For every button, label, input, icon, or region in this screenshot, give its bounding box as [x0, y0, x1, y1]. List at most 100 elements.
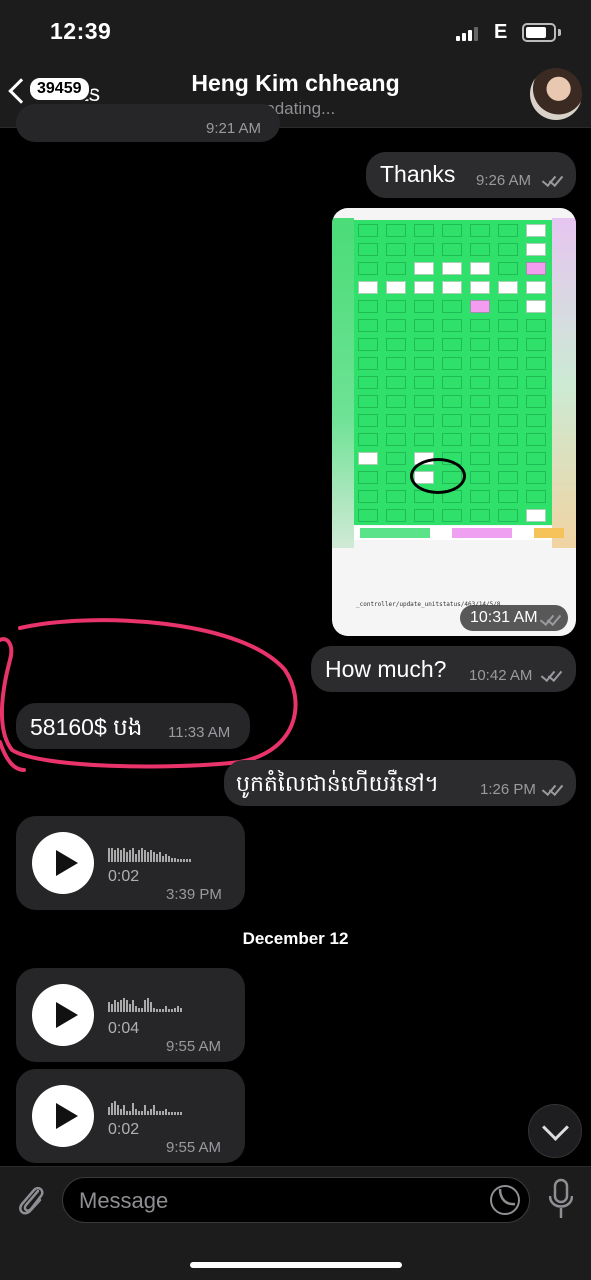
image-grid-cell	[414, 300, 434, 313]
image-grid-cell	[414, 262, 434, 275]
waveform-bar	[135, 1006, 137, 1012]
waveform-bar	[189, 859, 191, 862]
waveform-bar	[114, 1101, 116, 1115]
waveform-bar	[171, 1112, 173, 1115]
image-grid-cell	[386, 471, 406, 484]
waveform-bar	[117, 1105, 119, 1115]
voice-message[interactable]: 0:02 9:55 AM	[16, 1069, 245, 1163]
scroll-down-button[interactable]	[528, 1104, 582, 1158]
image-grid-cell	[358, 471, 378, 484]
image-blur-right	[552, 218, 576, 548]
waveform-bar	[117, 1002, 119, 1012]
waveform-bar	[156, 854, 158, 862]
image-grid-cell	[414, 376, 434, 389]
image-grid-cell	[358, 452, 378, 465]
waveform-bar	[126, 852, 128, 862]
waveform-bar	[177, 1006, 179, 1012]
outgoing-message[interactable]: How much? 10:42 AM	[311, 646, 576, 692]
voice-message[interactable]: 0:02 3:39 PM	[16, 816, 245, 910]
play-icon[interactable]	[32, 832, 94, 894]
image-grid-cell	[498, 433, 518, 446]
image-grid-cell	[498, 338, 518, 351]
play-icon[interactable]	[32, 1085, 94, 1147]
image-grid-cell	[498, 376, 518, 389]
image-grid-cell	[358, 509, 378, 522]
image-grid-cell	[358, 433, 378, 446]
waveform-bar	[153, 852, 155, 862]
check-marks-icon	[540, 612, 562, 624]
image-grid-cell	[442, 414, 462, 427]
waveform-bar	[141, 1111, 143, 1115]
image-grid-cell	[386, 414, 406, 427]
avatar[interactable]	[530, 68, 582, 120]
image-grid-cell	[386, 357, 406, 370]
waveform-bar	[147, 852, 149, 862]
image-grid-cell	[526, 433, 546, 446]
image-grid-cell	[386, 395, 406, 408]
image-grid-cell	[526, 243, 546, 256]
waveform	[108, 1097, 183, 1115]
image-grid-cell	[442, 509, 462, 522]
image-grid-cell	[526, 319, 546, 332]
outgoing-message[interactable]: Thanks 9:26 AM	[366, 152, 576, 198]
waveform-bar	[129, 850, 131, 862]
waveform-bar	[138, 1111, 140, 1115]
outgoing-message[interactable]: បូកតំលៃជាន់ហើយរឺនៅ។ 1:26 PM	[224, 760, 576, 806]
image-grid-cell	[358, 319, 378, 332]
image-grid-cell	[442, 281, 462, 294]
waveform-bar	[126, 1000, 128, 1012]
previous-message[interactable]: 9:21 AM	[16, 104, 280, 142]
image-grid-cell	[442, 300, 462, 313]
waveform-bar	[150, 850, 152, 862]
waveform-bar	[159, 1111, 161, 1115]
image-grid-cell	[442, 357, 462, 370]
waveform-bar	[111, 1103, 113, 1115]
attach-icon[interactable]	[16, 1183, 46, 1217]
message-text: 58160$ បង	[30, 714, 143, 740]
image-grid-cell	[526, 414, 546, 427]
image-grid-cell	[526, 395, 546, 408]
mic-icon[interactable]	[549, 1178, 573, 1220]
waveform-bar	[153, 1008, 155, 1012]
image-grid-cell	[386, 243, 406, 256]
image-grid-cell	[358, 243, 378, 256]
waveform-bar	[144, 1000, 146, 1012]
network-type: E	[494, 21, 508, 43]
image-message[interactable]: _controller/update_unitstatus/463/14/5/8…	[332, 208, 576, 636]
waveform-bar	[120, 1000, 122, 1012]
image-grid-cell	[470, 243, 490, 256]
image-grid-cell	[498, 509, 518, 522]
message-input-field[interactable]	[62, 1177, 530, 1223]
message-time: 9:55 AM	[166, 1139, 222, 1156]
waveform-bar	[162, 1111, 164, 1115]
play-icon[interactable]	[32, 984, 94, 1046]
waveform-bar	[159, 1009, 161, 1012]
image-grid-cell	[442, 262, 462, 275]
waveform-bar	[123, 1105, 125, 1115]
sticker-icon[interactable]	[490, 1185, 520, 1215]
chat-title[interactable]: Heng Kim chheang	[0, 70, 591, 97]
image-grid-cell	[414, 319, 434, 332]
battery-icon	[522, 23, 556, 42]
image-grid-cell	[358, 281, 378, 294]
image-grid-cell	[358, 262, 378, 275]
message-input[interactable]	[79, 1186, 479, 1216]
voice-message[interactable]: 0:04 9:55 AM	[16, 968, 245, 1062]
image-grid-cell	[498, 490, 518, 503]
image-grid-cell	[386, 224, 406, 237]
waveform-bar	[165, 1109, 167, 1115]
incoming-message[interactable]: 58160$ បង 11:33 AM	[16, 703, 250, 749]
image-grid-cell	[498, 281, 518, 294]
image-grid-cell	[414, 281, 434, 294]
waveform-bar	[162, 856, 164, 862]
home-indicator	[190, 1262, 402, 1268]
image-grid-cell	[414, 338, 434, 351]
image-grid-cell	[526, 262, 546, 275]
check-marks-icon	[542, 782, 564, 794]
waveform-bar	[141, 1008, 143, 1012]
image-grid-cell	[498, 262, 518, 275]
waveform-bar	[108, 1107, 110, 1115]
waveform-bar	[111, 1004, 113, 1012]
image-grid-cell	[358, 395, 378, 408]
image-grid-cell	[442, 319, 462, 332]
